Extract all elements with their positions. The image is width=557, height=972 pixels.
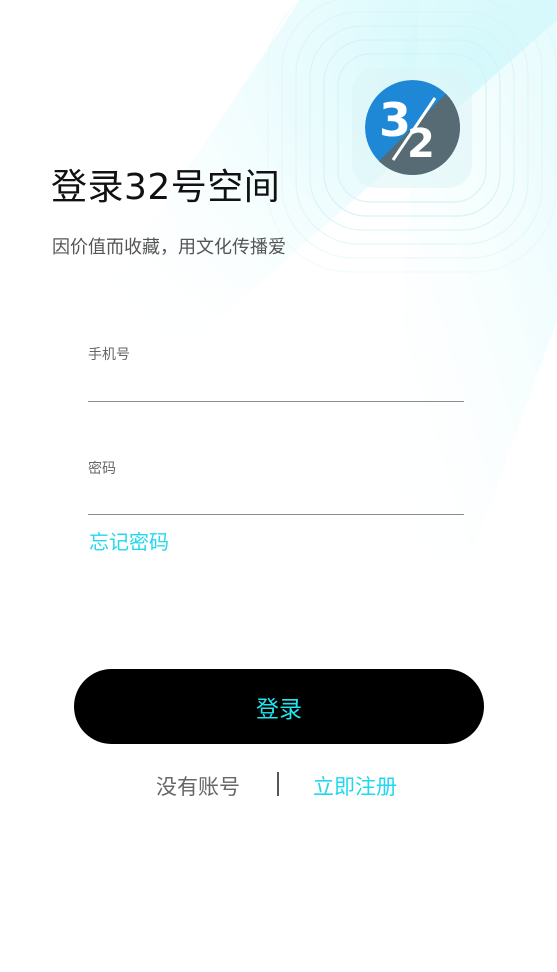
page-title: 登录32号空间 [51,167,281,208]
password-label: 密码 [88,461,116,477]
logo-digit-bottom: 2 [407,121,435,167]
register-link[interactable]: 立即注册 [313,771,397,801]
page-slogan: 因价值而收藏，用文化传播爱 [52,237,286,258]
no-account-label: 没有账号 [156,775,240,799]
phone-input[interactable] [88,373,464,399]
password-input[interactable] [88,486,464,512]
phone-field[interactable]: 手机号 [88,343,464,402]
app-logo: 3 2 [365,80,460,175]
forgot-password-link[interactable]: 忘记密码 [89,526,169,555]
phone-label: 手机号 [88,347,130,363]
login-button[interactable]: 登录 [74,669,484,744]
register-row: 没有账号 立即注册 [0,766,557,802]
divider [277,772,279,796]
password-field[interactable]: 密码 [88,457,464,515]
